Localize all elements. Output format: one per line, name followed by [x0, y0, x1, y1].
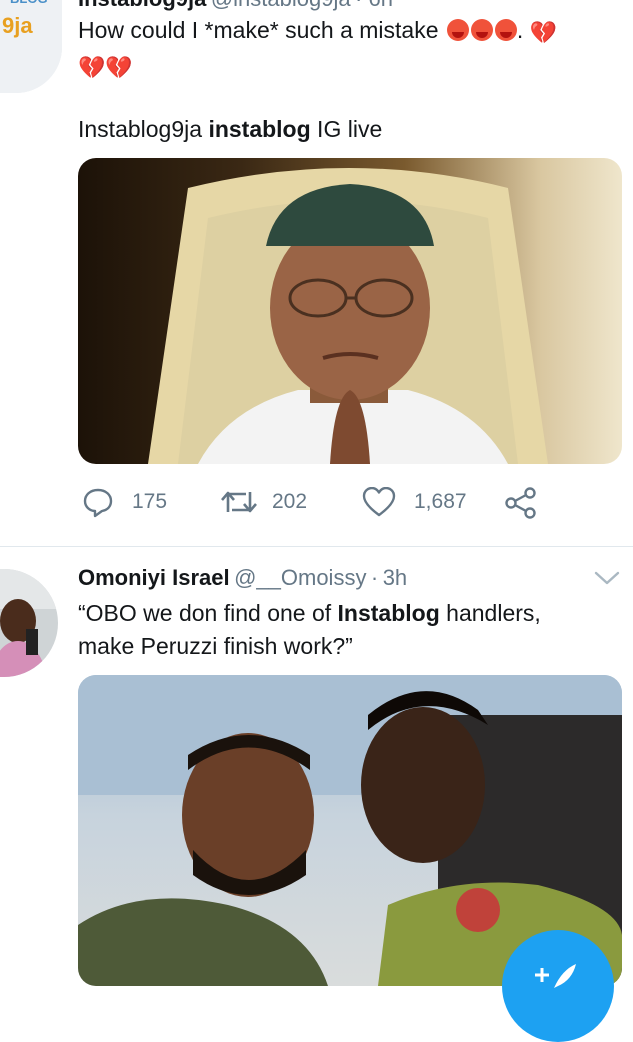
share-action[interactable]: [504, 487, 538, 524]
tweet1-time: 6h: [368, 0, 392, 11]
compose-icon: [535, 964, 576, 988]
hot-face-icon: [494, 19, 517, 41]
svg-text:9ja: 9ja: [2, 13, 33, 38]
retweet-icon: [221, 491, 257, 513]
tweet2-avatar[interactable]: [0, 569, 58, 677]
reply-icon: [83, 488, 113, 518]
portrait-image: [148, 168, 548, 464]
tweet1-author-name[interactable]: Instablog9ja: [78, 0, 206, 11]
like-count: 1,687: [414, 490, 467, 513]
retweet-action[interactable]: 202: [220, 486, 307, 518]
broken-heart-icon: 💔: [78, 55, 106, 80]
tweet2-time: 3h: [382, 565, 408, 590]
heart-icon: [362, 487, 396, 517]
broken-heart-icon: 💔: [105, 55, 133, 80]
tweet1-tail-punct: .: [516, 17, 524, 43]
tweet1-text-main: How could I *make* such a mistake: [78, 17, 439, 43]
hot-face-icon: [446, 19, 469, 41]
share-icon: [505, 487, 536, 519]
tweet1-avatar[interactable]: BLOG 9ja: [0, 0, 62, 93]
reply-action[interactable]: 175: [82, 486, 167, 518]
tweet1-author-handle[interactable]: @instablog9ja: [211, 0, 351, 11]
tweet1-header: Instablog9ja @instablog9ja · 6h: [78, 0, 393, 12]
retweet-count: 202: [272, 490, 308, 513]
hot-face-icon: [470, 19, 493, 41]
tweet-divider: [0, 546, 633, 547]
svg-text:BLOG: BLOG: [10, 0, 48, 6]
tweet2-menu-button[interactable]: [594, 570, 620, 591]
tweet1-caption: Instablog9ja instablog IG live: [78, 116, 383, 142]
compose-tweet-button[interactable]: [502, 930, 614, 1042]
tweet1-text: How could I *make* such a mistake . 💔 💔💔: [78, 14, 618, 84]
tweet2-text: “OBO we don find one of Instablog handle…: [78, 600, 541, 659]
tweet1-photo[interactable]: [78, 158, 622, 464]
tweet2-header: Omoniyi Israel @__Omoissy · 3h: [78, 565, 408, 590]
like-action[interactable]: 1,687: [362, 487, 467, 517]
tweet2-author-handle[interactable]: @__Omoissy: [234, 565, 366, 590]
broken-heart-icon: 💔: [529, 20, 558, 45]
chevron-down-icon: [594, 571, 620, 585]
reply-count: 175: [132, 490, 168, 513]
tweet2-author-name[interactable]: Omoniyi Israel: [78, 565, 230, 590]
